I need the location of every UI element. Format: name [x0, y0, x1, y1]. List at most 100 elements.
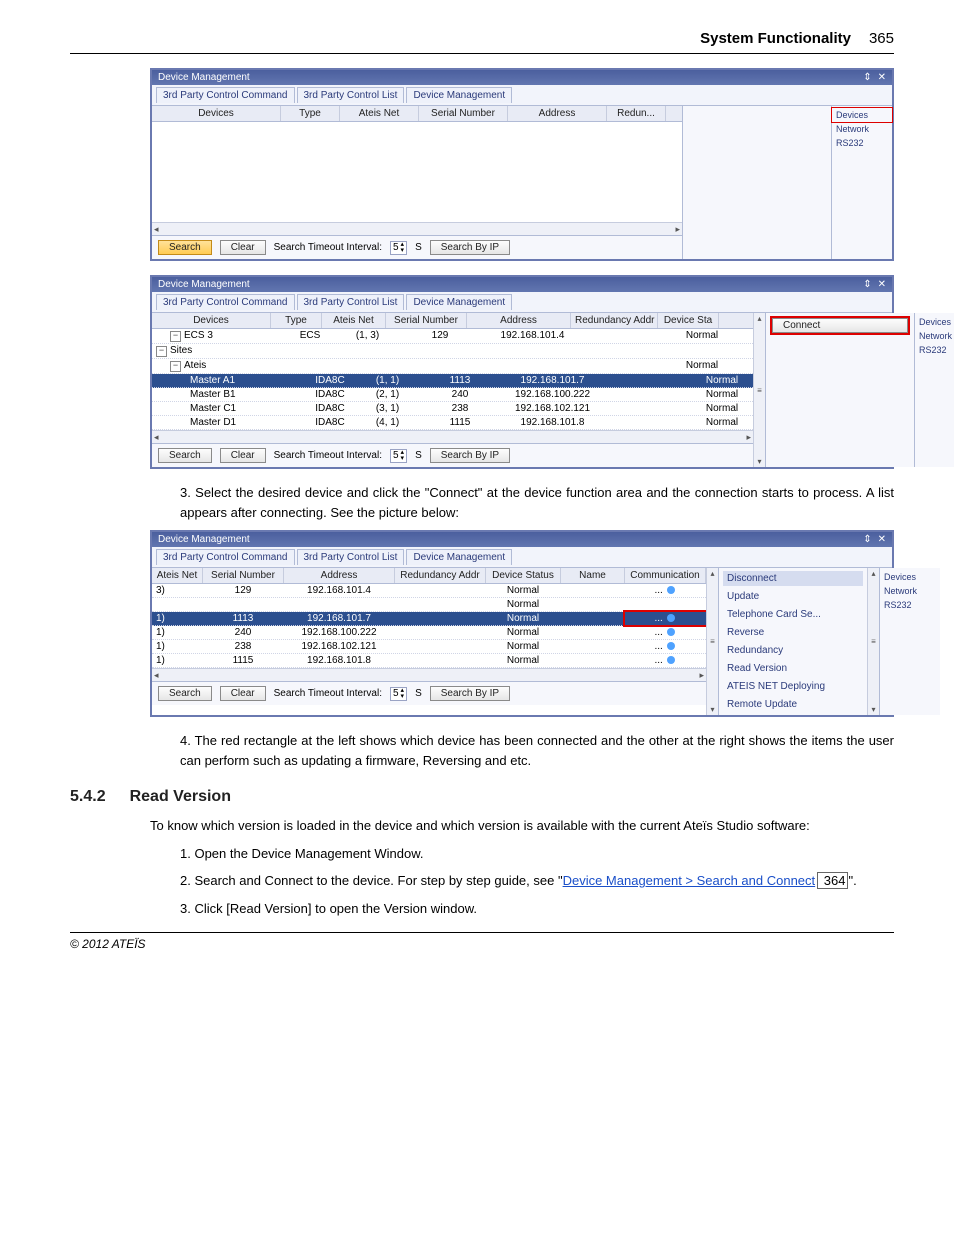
- search-connect-link[interactable]: Device Management > Search and Connect: [563, 873, 816, 888]
- panel-titlebar: Device Management ⇕✕: [152, 277, 892, 292]
- col-serial[interactable]: Serial Number: [203, 568, 284, 583]
- timeout-spinner[interactable]: 5 ▴▾: [390, 241, 407, 255]
- col-status[interactable]: Device Status: [486, 568, 561, 583]
- sidebar-item-rs232[interactable]: RS232: [915, 343, 954, 357]
- tab-device-management[interactable]: Device Management: [406, 294, 512, 310]
- col-devices[interactable]: Devices: [152, 313, 271, 328]
- vertical-scrollbar[interactable]: ▴≡▾: [753, 313, 765, 467]
- sidebar-item-devices[interactable]: Devices: [832, 108, 892, 122]
- action-ateis-net-deploying[interactable]: ATEIS NET Deploying: [723, 679, 863, 694]
- table-row[interactable]: 1)1113192.168.101.7Normal...: [152, 612, 706, 626]
- panel-title: Device Management: [158, 72, 250, 83]
- sidebar-item-network[interactable]: Network: [880, 584, 940, 598]
- table-row[interactable]: Master A1IDA8C(1, 1)1113192.168.101.7Nor…: [152, 374, 753, 388]
- action-remote-update[interactable]: Remote Update: [723, 697, 863, 712]
- search-by-ip-button[interactable]: Search By IP: [430, 448, 510, 463]
- search-button[interactable]: Search: [158, 686, 212, 701]
- col-ateisnet[interactable]: Ateis Net: [152, 568, 203, 583]
- table-row[interactable]: 1)1115192.168.101.8Normal...: [152, 654, 706, 668]
- col-serial[interactable]: Serial Number: [386, 313, 467, 328]
- tab-3rdparty-command[interactable]: 3rd Party Control Command: [156, 549, 295, 565]
- device-management-panel-empty: Device Management ⇕ ✕ 3rd Party Control …: [150, 68, 894, 261]
- table-row[interactable]: −ECS 3ECS(1, 3)129192.168.101.4Normal: [152, 329, 753, 344]
- clear-button[interactable]: Clear: [220, 448, 266, 463]
- search-by-ip-button[interactable]: Search By IP: [430, 240, 510, 255]
- action-telephone-card-se-[interactable]: Telephone Card Se...: [723, 607, 863, 622]
- search-button[interactable]: Search: [158, 448, 212, 463]
- communication-cell: [625, 598, 706, 611]
- col-devices[interactable]: Devices: [152, 106, 281, 121]
- table-row[interactable]: Master D1IDA8C(4, 1)1115192.168.101.8Nor…: [152, 416, 753, 430]
- col-type[interactable]: Type: [271, 313, 322, 328]
- timeout-spinner[interactable]: 5▴▾: [390, 449, 407, 463]
- function-area: Connect: [765, 313, 914, 467]
- panel-tabs: 3rd Party Control Command 3rd Party Cont…: [152, 292, 892, 313]
- table-row[interactable]: 1)238192.168.102.121Normal...: [152, 640, 706, 654]
- col-ateisnet[interactable]: Ateis Net: [322, 313, 386, 328]
- close-icon[interactable]: ✕: [878, 72, 886, 83]
- close-icon[interactable]: ✕: [878, 279, 886, 290]
- col-address[interactable]: Address: [284, 568, 395, 583]
- col-type[interactable]: Type: [281, 106, 340, 121]
- connect-button[interactable]: Connect: [772, 318, 908, 333]
- tab-device-management[interactable]: Device Management: [406, 549, 512, 565]
- search-button[interactable]: Search: [158, 240, 212, 255]
- action-update[interactable]: Update: [723, 589, 863, 604]
- sidebar-item-devices[interactable]: Devices: [915, 315, 954, 329]
- col-address[interactable]: Address: [508, 106, 607, 121]
- sidebar-item-network[interactable]: Network: [832, 122, 892, 136]
- action-disconnect[interactable]: Disconnect: [723, 571, 863, 586]
- sidebar: Devices Network RS232: [831, 106, 892, 259]
- clear-button[interactable]: Clear: [220, 240, 266, 255]
- tab-3rdparty-list[interactable]: 3rd Party Control List: [297, 549, 405, 565]
- tab-3rdparty-command[interactable]: 3rd Party Control Command: [156, 294, 295, 310]
- action-read-version[interactable]: Read Version: [723, 661, 863, 676]
- col-ateisnet[interactable]: Ateis Net: [340, 106, 419, 121]
- sidebar-item-network[interactable]: Network: [915, 329, 954, 343]
- sidebar-item-devices[interactable]: Devices: [880, 570, 940, 584]
- col-communication[interactable]: Communication: [625, 568, 706, 583]
- col-redundancy[interactable]: Redundancy Addr: [395, 568, 486, 583]
- col-redundancy[interactable]: Redundancy Addr: [571, 313, 658, 328]
- table-row[interactable]: 3)129192.168.101.4Normal...: [152, 584, 706, 598]
- table-row[interactable]: Normal: [152, 598, 706, 612]
- col-name[interactable]: Name: [561, 568, 625, 583]
- panel-tabs: 3rd Party Control Command 3rd Party Cont…: [152, 547, 892, 568]
- page-footer: © 2012 ATEÏS: [70, 932, 894, 951]
- clear-button[interactable]: Clear: [220, 686, 266, 701]
- table-row[interactable]: −Sites: [152, 344, 753, 359]
- action-redundancy[interactable]: Redundancy: [723, 643, 863, 658]
- action-reverse[interactable]: Reverse: [723, 625, 863, 640]
- tab-3rdparty-list[interactable]: 3rd Party Control List: [297, 294, 405, 310]
- read-version-step-3: 3. Click [Read Version] to open the Vers…: [180, 899, 894, 919]
- close-icon[interactable]: ✕: [878, 534, 886, 545]
- timeout-label: Search Timeout Interval:: [274, 450, 382, 461]
- col-redun[interactable]: Redun...: [607, 106, 666, 121]
- function-area: [682, 106, 831, 259]
- search-by-ip-button[interactable]: Search By IP: [430, 686, 510, 701]
- device-management-panel-connected: Device Management ⇕ ✕ 3rd Party Control C…: [150, 530, 894, 717]
- pin-icon[interactable]: ⇕: [863, 72, 871, 83]
- table-row[interactable]: Master C1IDA8C(3, 1)238192.168.102.121No…: [152, 402, 753, 416]
- tab-3rdparty-list[interactable]: 3rd Party Control List: [297, 87, 405, 103]
- pin-icon[interactable]: ⇕: [863, 279, 871, 290]
- table-row[interactable]: −AteisNormal: [152, 359, 753, 374]
- pin-icon[interactable]: ⇕: [863, 534, 871, 545]
- read-version-step-2: 2. Search and Connect to the device. For…: [180, 871, 894, 891]
- tab-device-management[interactable]: Device Management: [406, 87, 512, 103]
- horizontal-scrollbar[interactable]: ◂▸: [152, 222, 682, 235]
- step-3-text: 3. Select the desired device and click t…: [180, 483, 894, 522]
- tab-3rdparty-command[interactable]: 3rd Party Control Command: [156, 87, 295, 103]
- vertical-scrollbar[interactable]: ▴≡▾: [706, 568, 718, 715]
- table-row[interactable]: 1)240192.168.100.222Normal...: [152, 626, 706, 640]
- sidebar-item-rs232[interactable]: RS232: [832, 136, 892, 150]
- sidebar-item-rs232[interactable]: RS232: [880, 598, 940, 612]
- horizontal-scrollbar[interactable]: ◂▸: [152, 430, 753, 443]
- col-address[interactable]: Address: [467, 313, 571, 328]
- actions-scrollbar[interactable]: ▴≡▾: [867, 568, 879, 715]
- horizontal-scrollbar[interactable]: ◂▸: [152, 668, 706, 681]
- table-row[interactable]: Master B1IDA8C(2, 1)240192.168.100.222No…: [152, 388, 753, 402]
- col-status[interactable]: Device Sta: [658, 313, 719, 328]
- timeout-spinner[interactable]: 5▴▾: [390, 687, 407, 701]
- col-serial[interactable]: Serial Number: [419, 106, 508, 121]
